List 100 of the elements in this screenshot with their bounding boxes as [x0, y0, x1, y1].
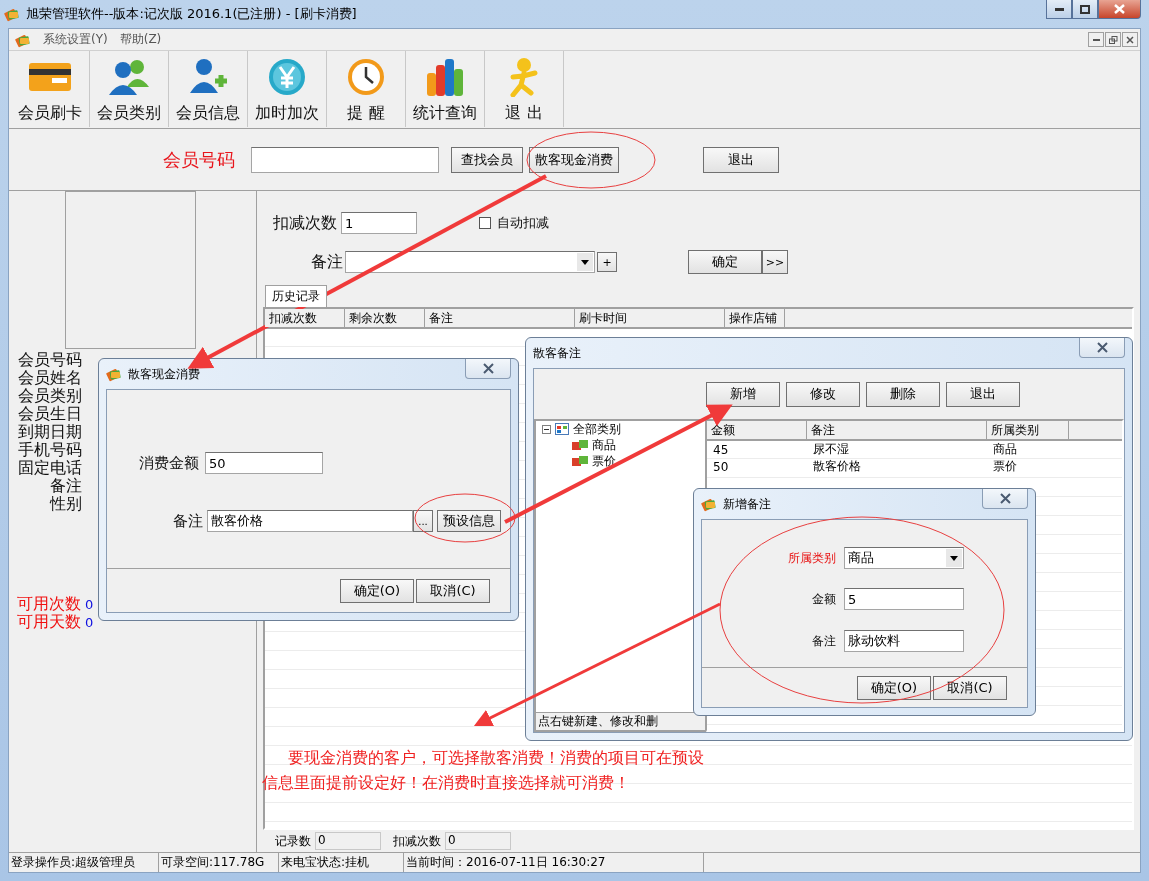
field-label: 备注 [50, 477, 82, 495]
dialog-button[interactable]: 退出 [946, 381, 1020, 407]
maximize-button[interactable] [1072, 0, 1098, 19]
close-icon [1126, 35, 1134, 44]
minimize-button[interactable] [1088, 32, 1104, 47]
more-button[interactable]: >> [762, 250, 788, 274]
app-icon [106, 366, 122, 382]
footer-label: 记录数 [274, 832, 312, 850]
close-button[interactable] [1079, 338, 1125, 358]
column-header: 扣减次数 [265, 309, 345, 327]
status-text: 可录空间:117.78G [159, 853, 279, 872]
table-cell-text: 50 [712, 458, 730, 475]
member-number-field[interactable] [251, 146, 439, 173]
preset-button[interactable]: 预设信息 [437, 510, 501, 532]
clock-icon [346, 57, 386, 97]
field-label: 会员姓名 [18, 369, 82, 387]
ok-button[interactable]: 确定(O) [340, 578, 414, 603]
bar-chart-icon [425, 57, 465, 97]
toolbar-button[interactable]: 提 醒 [327, 51, 406, 127]
field-label: 备注 [311, 251, 343, 273]
amount-field[interactable]: 50 [205, 452, 323, 474]
card-icon [28, 60, 72, 94]
toolbar-button[interactable]: 加时加次 [248, 51, 327, 127]
table-cell-text: 尿不湿 [812, 441, 850, 458]
close-icon [481, 363, 495, 374]
ok-button[interactable]: 确定(O) [857, 675, 931, 700]
status-text: 当前时间：2016-07-11日 16:30:27 [404, 853, 704, 872]
close-button[interactable] [1122, 32, 1138, 47]
note-dropdown[interactable] [345, 251, 595, 273]
confirm-button[interactable]: 确定 [688, 250, 762, 274]
exit-button[interactable]: 退出 [703, 146, 779, 173]
dialog-button[interactable]: 新增 [706, 381, 780, 407]
app-icon [701, 496, 717, 512]
close-icon [1114, 4, 1125, 14]
toolbar-button[interactable]: 会员信息 [169, 51, 248, 127]
yen-coin-icon [267, 57, 307, 97]
field-label: 备注 [811, 632, 836, 650]
field-label: 会员生日 [18, 405, 82, 423]
menu-item[interactable]: 帮助(Z) [119, 31, 162, 48]
field-label: 固定电话 [18, 459, 82, 477]
tree-item[interactable]: 商品 [592, 436, 616, 454]
field-label: 手机号码 [18, 441, 82, 459]
table-cell-text: 商品 [992, 441, 1018, 458]
dialog-title: 新增备注 [723, 495, 772, 513]
field-label: 性别 [50, 495, 82, 513]
status-text: 来电宝状态:挂机 [279, 853, 404, 872]
close-icon [1095, 342, 1109, 353]
amount-field[interactable]: 5 [844, 588, 964, 610]
status-text: 登录操作员:超级管理员 [9, 853, 159, 872]
toolbar-button[interactable]: 会员类别 [90, 51, 169, 127]
field-label: 会员号码 [18, 351, 82, 369]
toolbar-button[interactable]: 查找会员 [451, 146, 523, 173]
field-label: 会员类别 [18, 387, 82, 405]
tree-item[interactable]: 票价 [592, 452, 616, 470]
close-button[interactable] [1098, 0, 1141, 19]
browse-button[interactable]: ... [413, 510, 433, 532]
note-field[interactable]: 散客价格 [207, 510, 413, 532]
app-icon [4, 6, 20, 22]
field-label: 所属类别 [787, 549, 836, 567]
footer-label: 扣减次数 [392, 832, 442, 850]
dialog-button[interactable]: 修改 [786, 381, 860, 407]
minimize-button[interactable] [1046, 0, 1072, 19]
items-icon [572, 439, 588, 451]
minimize-icon [1054, 7, 1064, 11]
field-label: 到期日期 [18, 423, 82, 441]
cancel-button[interactable]: 取消(C) [416, 578, 490, 603]
deduct-count-field[interactable]: 1 [341, 212, 417, 234]
note-field[interactable]: 脉动饮料 [844, 630, 964, 652]
field-label: 扣减次数 [273, 212, 337, 234]
toolbar-button[interactable]: 统计查询 [406, 51, 485, 127]
checkbox[interactable] [479, 217, 491, 229]
tree-item[interactable]: 全部类别 [573, 420, 621, 438]
dialog-title: 散客备注 [533, 344, 582, 362]
count-label: 可用次数 [17, 595, 81, 613]
close-button[interactable] [465, 359, 511, 379]
cancel-button[interactable]: 取消(C) [933, 675, 1007, 700]
minimize-icon [1092, 38, 1100, 41]
field-label: 消费金额 [139, 453, 199, 473]
field-label: 金额 [811, 590, 836, 608]
restore-button[interactable] [1105, 32, 1121, 47]
toolbar-button[interactable]: 退 出 [485, 51, 564, 127]
close-button[interactable] [982, 489, 1028, 509]
table-cell-text: 票价 [992, 458, 1018, 475]
category-dropdown[interactable]: 商品 [844, 547, 964, 569]
collapse-icon[interactable] [542, 424, 551, 434]
field-label: 会员号码 [163, 147, 235, 172]
toolbar-button[interactable]: 散客现金消费 [529, 146, 619, 173]
toolbar-button[interactable]: 会员刷卡 [11, 51, 90, 127]
people-icon [107, 57, 151, 97]
dialog-title: 散客现金消费 [128, 365, 201, 383]
dialog-button[interactable]: 删除 [866, 381, 940, 407]
footer-value: 0 [445, 832, 511, 850]
table-cell-text: 45 [712, 441, 730, 458]
window-title: 旭荣管理软件--版本:记次版 2016.1(已注册) - [刷卡消费] [26, 5, 358, 23]
add-button[interactable]: + [597, 252, 617, 272]
items-icon [572, 455, 588, 467]
footer-value: 0 [315, 832, 381, 850]
tab[interactable]: 历史记录 [265, 285, 327, 307]
menu-item[interactable]: 系统设置(Y) [43, 31, 108, 48]
hint-text: 点右键新建、修改和删 [536, 712, 705, 730]
